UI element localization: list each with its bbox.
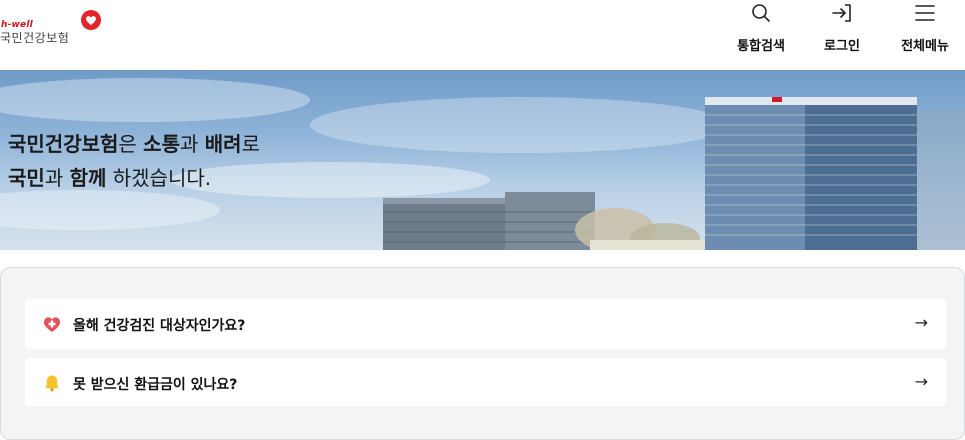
hero-slogan-line2: 국민과 함께 하겠습니다. — [8, 166, 212, 190]
unclaimed-refund-label: 못 받으신 환급금이 있나요? — [73, 377, 238, 393]
login-icon — [832, 4, 851, 22]
logo-name: 국민건강보험 — [0, 31, 70, 45]
heart-icon — [43, 317, 61, 332]
site-header: h-well 국민건강보험 통합검색 로그인 전체메뉴 — [0, 0, 965, 70]
checkup-eligibility-link[interactable]: 올해 건강검진 대상자인가요? → — [25, 299, 946, 349]
arrow-right-icon: → — [914, 313, 928, 332]
hero-slogan-line1: 국민건강보험은 소통과 배려로 — [8, 132, 260, 156]
search-button[interactable]: 통합검색 — [730, 0, 792, 60]
all-menu-button[interactable]: 전체메뉴 — [893, 0, 957, 60]
site-logo[interactable]: h-well 국민건강보험 — [0, 8, 110, 48]
login-label: 로그인 — [824, 39, 860, 54]
search-icon — [752, 4, 770, 22]
hero-slogan: 국민건강보험은 소통과 배려로 국민과 함께 하겠습니다. — [8, 127, 260, 195]
logo-heart-icon — [81, 10, 101, 30]
bell-icon — [45, 375, 59, 392]
checkup-eligibility-label: 올해 건강검진 대상자인가요? — [73, 318, 246, 334]
search-label: 통합검색 — [737, 39, 785, 54]
unclaimed-refund-link[interactable]: 못 받으신 환급금이 있나요? → — [25, 358, 946, 406]
arrow-right-icon: → — [914, 372, 928, 391]
menu-icon — [915, 5, 935, 21]
login-button[interactable]: 로그인 — [817, 0, 867, 60]
quick-links-card: 올해 건강검진 대상자인가요? → 못 받으신 환급금이 있나요? → — [0, 267, 965, 440]
hero-banner: 국민건강보험은 소통과 배려로 국민과 함께 하겠습니다. — [0, 70, 965, 250]
all-menu-label: 전체메뉴 — [901, 39, 949, 54]
